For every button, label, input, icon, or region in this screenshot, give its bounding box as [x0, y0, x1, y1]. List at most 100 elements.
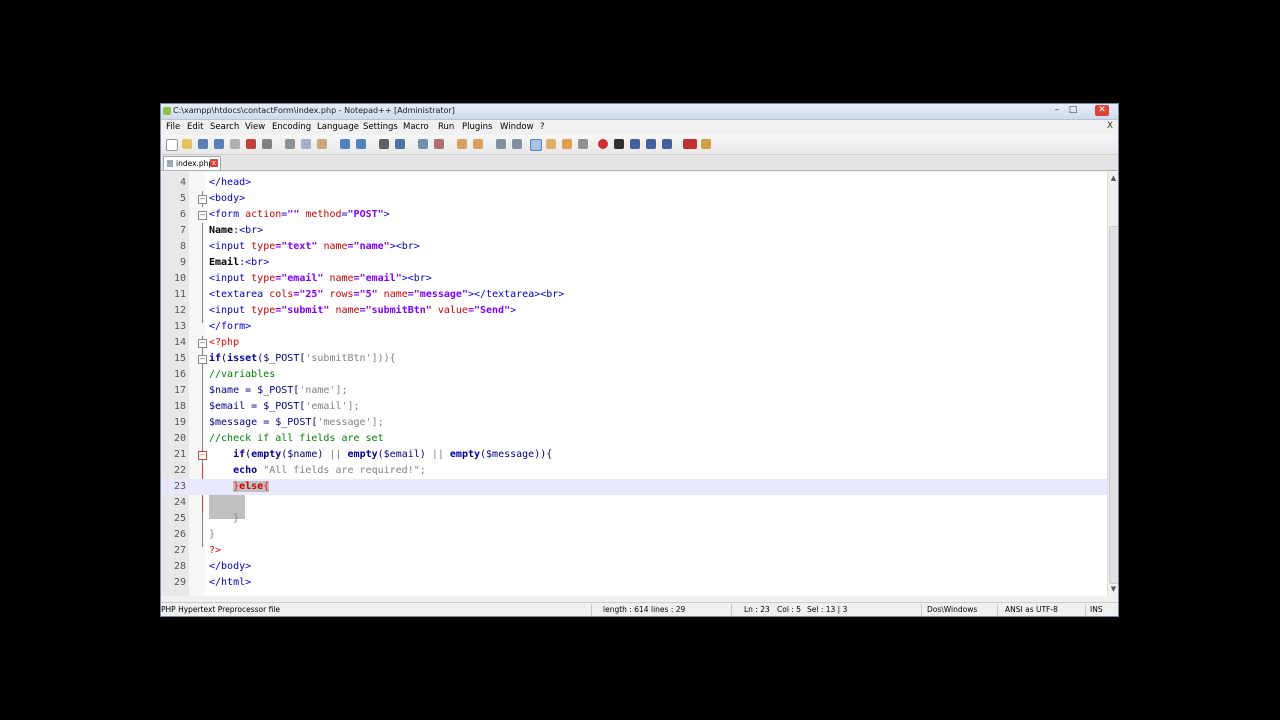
cut-icon[interactable]: [285, 139, 295, 149]
code-line-current: 23 }else{: [161, 479, 1107, 495]
code-token: ])){: [371, 353, 396, 364]
folder-workspace-icon[interactable]: [578, 139, 588, 149]
line-number: 27: [173, 545, 186, 556]
menu-file[interactable]: File: [166, 122, 180, 132]
word-wrap-icon[interactable]: [496, 139, 506, 149]
vertical-scrollbar[interactable]: ▲ ▼: [1107, 172, 1118, 596]
open-file-icon[interactable]: [182, 139, 192, 149]
new-file-icon[interactable]: [166, 139, 178, 151]
tab-index-php[interactable]: index.php x: [163, 156, 221, 170]
play-macro-icon[interactable]: [630, 139, 640, 149]
menu-settings[interactable]: Settings: [363, 122, 398, 132]
code-line: 10 <input type="email" name="email"><br>: [161, 271, 1107, 287]
status-file-type: PHP Hypertext Preprocessor file: [161, 605, 281, 614]
menu-language[interactable]: Language: [317, 122, 359, 132]
fold-collapse-icon[interactable]: −: [198, 355, 207, 364]
print-icon[interactable]: [262, 139, 272, 149]
line-number: 8: [179, 241, 186, 252]
record-macro-icon[interactable]: [598, 139, 608, 149]
sync-horizontal-icon[interactable]: [473, 139, 483, 149]
menu-encoding[interactable]: Encoding: [272, 122, 311, 132]
line-number: 18: [173, 401, 186, 412]
fold-collapse-icon[interactable]: −: [198, 451, 207, 460]
zoom-out-icon[interactable]: [434, 139, 444, 149]
line-number: 7: [179, 225, 186, 236]
replace-icon[interactable]: [395, 139, 405, 149]
menu-search[interactable]: Search: [210, 122, 239, 132]
paste-icon[interactable]: [317, 139, 327, 149]
fold-collapse-icon[interactable]: −: [198, 195, 207, 204]
line-number: 28: [173, 561, 186, 572]
close-document-icon[interactable]: X: [1107, 121, 1113, 131]
line-number: 16: [173, 369, 186, 380]
code-token: = $_POST[: [245, 401, 306, 412]
code-token: Email: [209, 257, 240, 268]
scroll-up-icon[interactable]: ▲: [1109, 174, 1118, 183]
menu-view[interactable]: View: [245, 122, 265, 132]
code-token: action: [245, 209, 282, 220]
indent-guide-icon[interactable]: [530, 139, 542, 151]
line-number: 25: [173, 513, 186, 524]
maximize-button[interactable]: □: [1066, 105, 1080, 116]
code-line: 29 </html>: [161, 575, 1107, 591]
code-token: </body>: [209, 561, 252, 572]
code-token: :<br>: [239, 257, 270, 268]
code-token: }: [233, 513, 240, 524]
menu-plugins[interactable]: Plugins: [462, 122, 492, 132]
close-file-icon[interactable]: [230, 139, 240, 149]
code-line: 11 <textarea cols="25" rows="5" name="me…: [161, 287, 1107, 303]
close-all-icon[interactable]: [246, 139, 256, 149]
function-list-icon[interactable]: [562, 139, 572, 149]
show-all-chars-icon[interactable]: [512, 139, 522, 149]
redo-icon[interactable]: [356, 139, 366, 149]
find-icon[interactable]: [379, 139, 389, 149]
menu-run[interactable]: Run: [438, 122, 454, 132]
save-macro-icon[interactable]: [662, 139, 672, 149]
code-token: <input: [209, 273, 246, 284]
code-token: 'email': [305, 401, 348, 412]
doc-map-icon[interactable]: [546, 139, 556, 149]
run-macro-multiple-icon[interactable]: [646, 139, 656, 149]
code-comment: //check if all fields are set: [209, 433, 384, 444]
minimize-button[interactable]: –: [1050, 105, 1064, 116]
stop-macro-icon[interactable]: [614, 139, 624, 149]
code-token: ="name": [347, 241, 390, 252]
code-token: <input: [209, 241, 246, 252]
close-button[interactable]: ✕: [1095, 105, 1109, 116]
spellcheck-icon[interactable]: [683, 139, 697, 149]
zoom-in-icon[interactable]: [418, 139, 428, 149]
status-eol-format: Dos\Windows: [927, 605, 978, 614]
line-number: 26: [173, 529, 186, 540]
code-token: $email: [209, 401, 246, 412]
menu-help[interactable]: ?: [540, 122, 545, 132]
code-token: $message: [209, 417, 258, 428]
title-bar[interactable]: C:\xampp\htdocs\contactForm\index.php - …: [161, 104, 1118, 120]
code-line: 22 echo "All fields are required!";: [161, 463, 1107, 479]
menu-macro[interactable]: Macro: [403, 122, 429, 132]
code-token: ||: [425, 449, 450, 460]
sync-vertical-icon[interactable]: [457, 139, 467, 149]
tab-close-icon[interactable]: x: [210, 159, 218, 167]
line-number: 22: [173, 465, 186, 476]
line-number: 19: [173, 417, 186, 428]
scrollbar-thumb[interactable]: [1109, 226, 1118, 584]
code-token: ><br>: [401, 273, 432, 284]
menu-window[interactable]: Window: [500, 122, 534, 132]
code-line: 15 − if(isset($_POST['submitBtn'])){: [161, 351, 1107, 367]
scroll-down-icon[interactable]: ▼: [1109, 585, 1118, 594]
save-icon[interactable]: [198, 139, 208, 149]
fold-collapse-icon[interactable]: −: [198, 211, 207, 220]
undo-icon[interactable]: [340, 139, 350, 149]
code-editor[interactable]: 4 </head> 5 − <body> 6 − <form action=""…: [161, 172, 1107, 596]
copy-icon[interactable]: [301, 139, 311, 149]
save-all-icon[interactable]: [214, 139, 224, 149]
status-line-position: Ln : 23: [744, 605, 770, 614]
code-line: 28 </body>: [161, 559, 1107, 575]
code-token: = $_POST[: [239, 385, 300, 396]
code-token: <input: [209, 305, 246, 316]
code-token: type: [251, 273, 276, 284]
menu-edit[interactable]: Edit: [187, 122, 203, 132]
fold-collapse-icon[interactable]: −: [198, 339, 207, 348]
code-line: 7 Name:<br>: [161, 223, 1107, 239]
plugin-icon[interactable]: [701, 139, 711, 149]
